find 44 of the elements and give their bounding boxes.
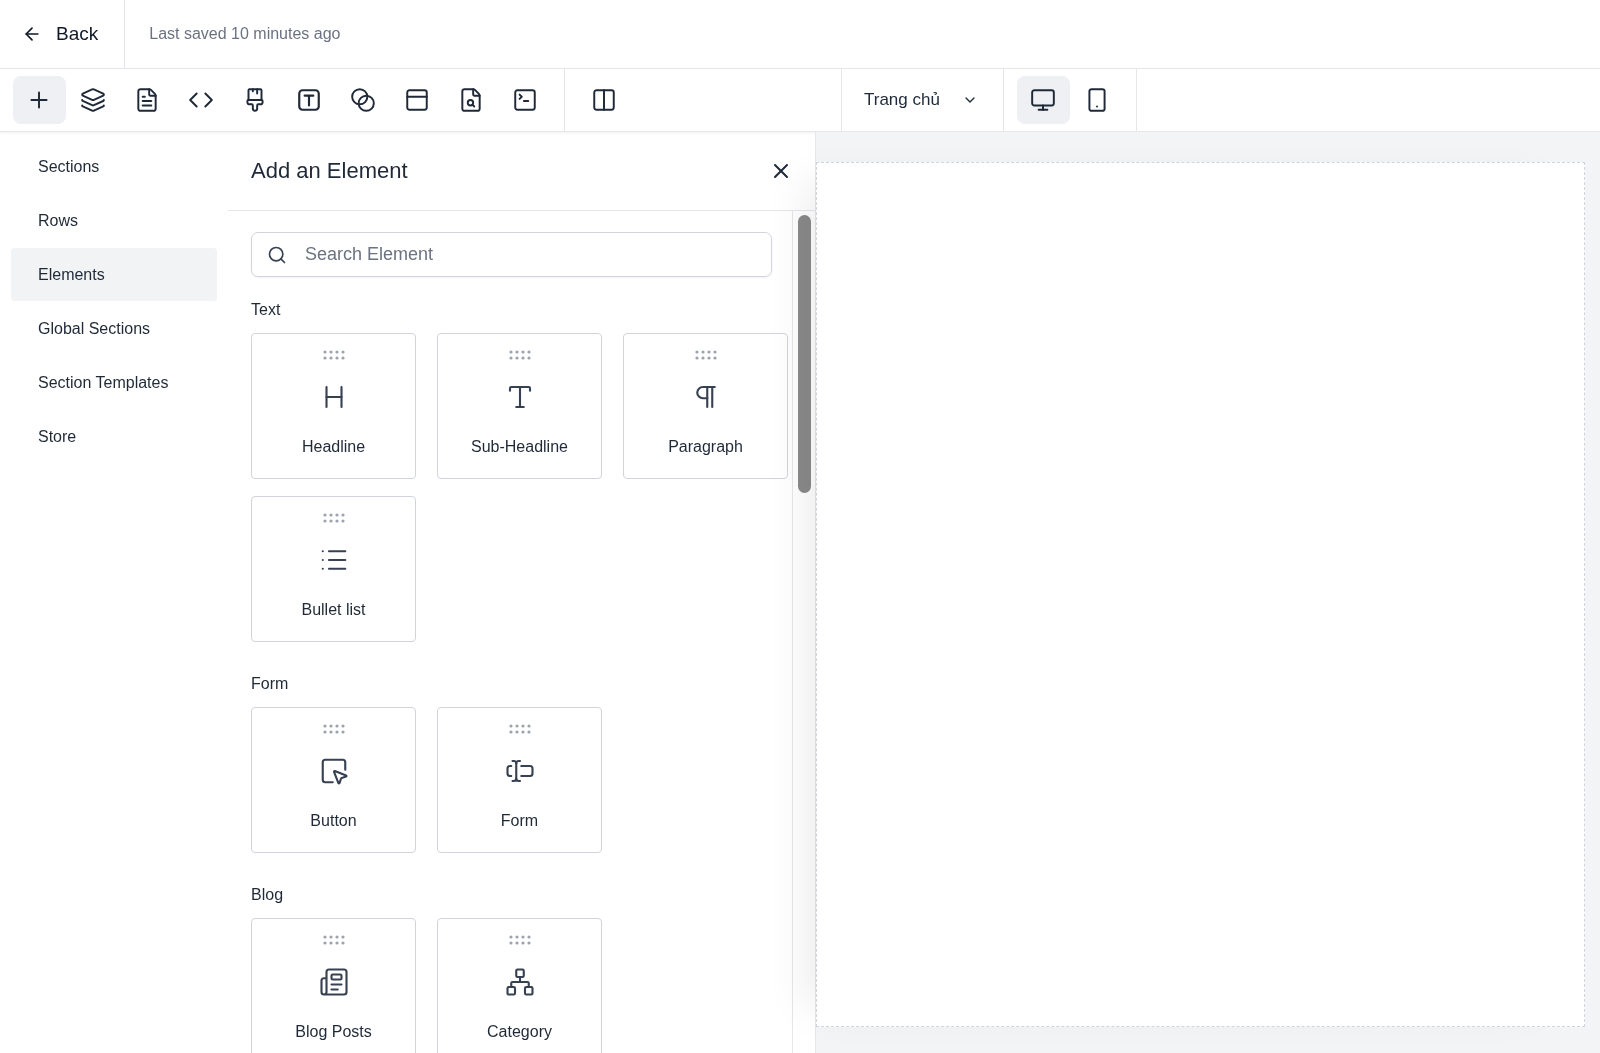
drag-handle-icon xyxy=(507,935,532,945)
sidebar-item[interactable]: Rows xyxy=(11,194,217,247)
drag-handle-icon xyxy=(693,350,718,360)
page-icon xyxy=(134,87,160,113)
toolbar-button[interactable] xyxy=(12,76,66,124)
sidebar-item[interactable]: Global Sections xyxy=(11,302,217,355)
layers-icon xyxy=(80,87,106,113)
sidebar-item[interactable]: Elements xyxy=(11,248,217,301)
search-page-icon xyxy=(458,87,484,113)
search-field[interactable]: Search Element xyxy=(251,232,772,277)
element-card[interactable]: Bullet list xyxy=(251,496,416,642)
element-card[interactable]: Form xyxy=(437,707,602,853)
group-title: Text xyxy=(251,301,282,319)
drag-handle-icon xyxy=(321,935,346,945)
category-icon xyxy=(504,967,535,997)
element-card[interactable]: Blog Posts xyxy=(251,918,416,1053)
element-card[interactable]: Category xyxy=(437,918,602,1053)
element-card[interactable]: Headline xyxy=(251,333,416,479)
element-card[interactable]: Button xyxy=(251,707,416,853)
drag-handle-icon xyxy=(321,724,346,734)
columns-icon xyxy=(591,87,617,113)
scrollbar-thumb[interactable] xyxy=(797,215,811,493)
group-title: Form xyxy=(251,675,290,693)
panel-title: Add an Element xyxy=(251,158,408,184)
desktop-view-button[interactable] xyxy=(1016,76,1070,124)
search-icon xyxy=(267,245,287,265)
terminal-icon xyxy=(512,87,538,113)
blend-icon xyxy=(350,87,376,113)
window-icon xyxy=(404,87,430,113)
desktop-icon xyxy=(1030,87,1056,113)
drag-handle-icon xyxy=(321,350,346,360)
drag-handle-icon xyxy=(507,350,532,360)
last-saved-text: Last saved 10 minutes ago xyxy=(149,25,341,43)
drag-handle-icon xyxy=(321,513,346,523)
sidebar-item[interactable]: Store xyxy=(11,410,217,463)
drag-handle-icon xyxy=(507,724,532,734)
posts-icon xyxy=(318,967,349,997)
element-card[interactable]: Paragraph xyxy=(623,333,788,479)
page-select[interactable]: Trang chủ xyxy=(842,69,1004,131)
text-box-icon xyxy=(296,87,322,113)
group-title: Blog xyxy=(251,886,285,904)
sidebar-item[interactable]: Section Templates xyxy=(11,356,217,409)
element-card[interactable]: Sub-Headline xyxy=(437,333,602,479)
sidebar-item[interactable]: Sections xyxy=(11,140,217,193)
